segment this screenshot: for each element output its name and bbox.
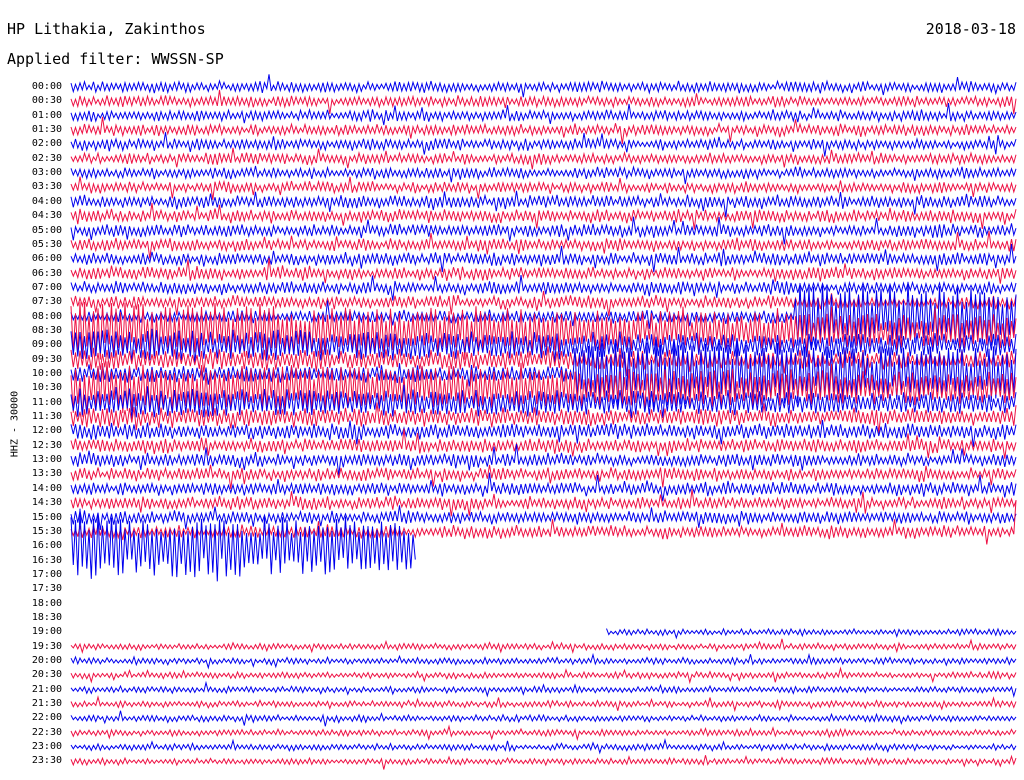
trace-row xyxy=(70,710,1017,727)
trace-row xyxy=(70,328,1017,365)
trace-row xyxy=(70,74,1017,98)
helicorder-plot xyxy=(70,74,1017,770)
trace-row xyxy=(70,738,1017,755)
trace-row xyxy=(70,652,1017,670)
trace-row xyxy=(70,103,1017,126)
trace-row xyxy=(70,695,1017,713)
trace-row xyxy=(70,680,1017,699)
trace-row xyxy=(606,627,1017,640)
trace-row xyxy=(70,428,1017,459)
trace-row xyxy=(70,508,416,582)
trace-row xyxy=(70,216,1017,245)
trace-row xyxy=(70,724,1017,742)
trace-row xyxy=(70,147,1017,170)
trace-row xyxy=(70,638,1017,655)
trace-row xyxy=(70,666,1017,685)
trace-row xyxy=(70,132,1017,157)
trace-row xyxy=(70,754,1017,770)
